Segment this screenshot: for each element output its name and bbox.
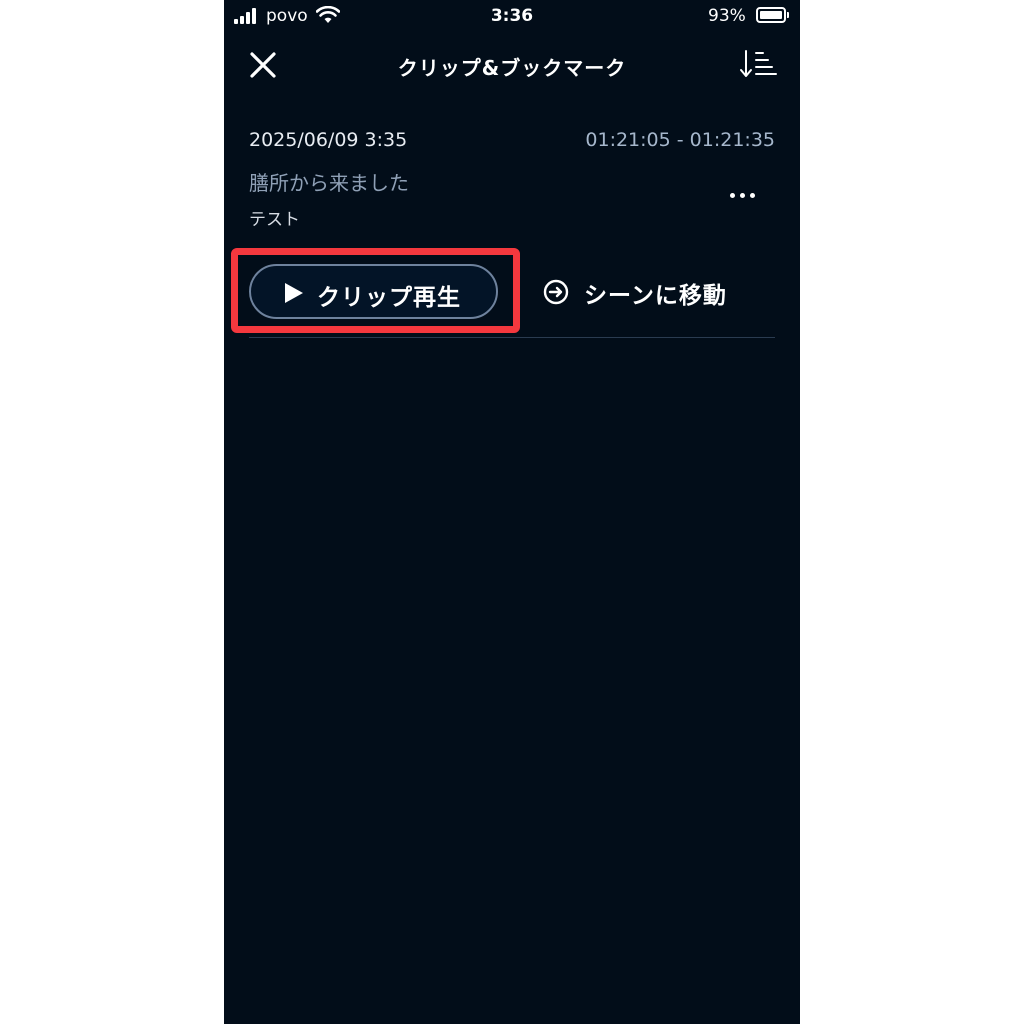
play-clip-label: クリップ再生 [317, 285, 461, 311]
battery-icon [756, 7, 786, 23]
clip-note: テスト [249, 210, 300, 230]
play-clip-button[interactable]: クリップ再生 [249, 264, 498, 319]
divider [249, 337, 775, 338]
battery-percent: 93% [708, 6, 746, 26]
page-title: クリップ&ブックマーク [397, 56, 627, 80]
clip-time-range: 01:21:05 - 01:21:35 [585, 129, 775, 151]
battery-cap [787, 12, 789, 18]
sort-icon[interactable] [738, 48, 778, 80]
arrow-circle-right-icon [543, 279, 569, 305]
go-to-scene-label: シーンに移動 [584, 283, 727, 309]
clip-date: 2025/06/09 3:35 [249, 129, 408, 151]
status-bar: povo 3:36 93% [224, 0, 800, 34]
play-icon [285, 283, 303, 303]
app-screen: povo 3:36 93% クリップ&ブックマーク 2025/06/09 3:3… [224, 0, 800, 1024]
clip-title: 膳所から来ました [249, 171, 409, 195]
more-icon[interactable] [730, 188, 760, 204]
go-to-scene-button[interactable]: シーンに移動 [542, 272, 742, 312]
